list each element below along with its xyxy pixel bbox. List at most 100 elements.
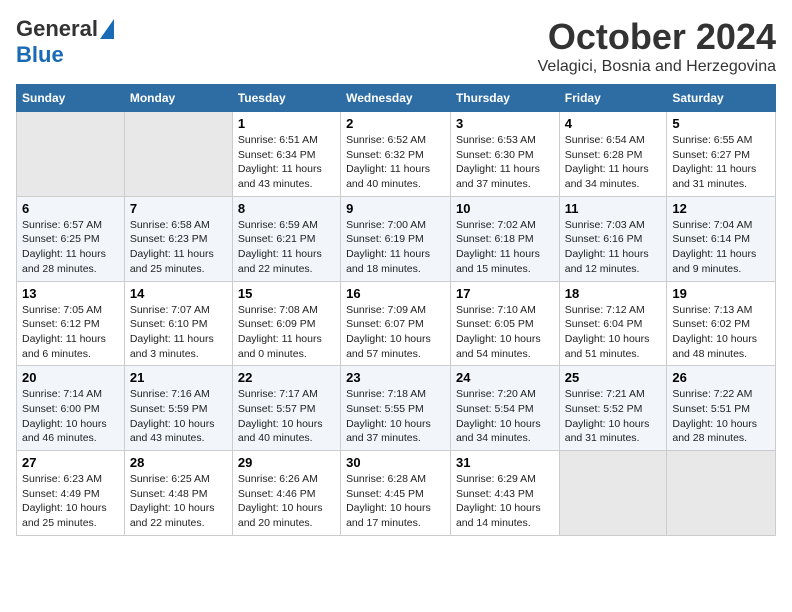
day-number: 21 bbox=[130, 370, 227, 385]
day-cell: 20 Sunrise: 7:14 AM Sunset: 6:00 PM Dayli… bbox=[17, 366, 125, 451]
day-number: 3 bbox=[456, 116, 554, 131]
week-row-1: 1 Sunrise: 6:51 AM Sunset: 6:34 PM Daylig… bbox=[17, 112, 776, 197]
title-block: October 2024 Velagici, Bosnia and Herzeg… bbox=[538, 16, 776, 76]
day-info: Sunrise: 6:55 AM Sunset: 6:27 PM Dayligh… bbox=[672, 133, 770, 192]
day-cell: 19 Sunrise: 7:13 AM Sunset: 6:02 PM Dayli… bbox=[667, 281, 776, 366]
day-cell: 17 Sunrise: 7:10 AM Sunset: 6:05 PM Dayli… bbox=[450, 281, 559, 366]
day-info: Sunrise: 6:23 AM Sunset: 4:49 PM Dayligh… bbox=[22, 472, 119, 531]
day-number: 11 bbox=[565, 201, 662, 216]
day-cell bbox=[17, 112, 125, 197]
week-row-2: 6Sunrise: 6:57 AM Sunset: 6:25 PM Daylig… bbox=[17, 196, 776, 281]
day-number: 5 bbox=[672, 116, 770, 131]
day-number: 1 bbox=[238, 116, 335, 131]
day-info: Sunrise: 6:26 AM Sunset: 4:46 PM Dayligh… bbox=[238, 472, 335, 531]
col-wednesday: Wednesday bbox=[341, 85, 451, 112]
col-sunday: Sunday bbox=[17, 85, 125, 112]
logo-blue: Blue bbox=[16, 42, 64, 67]
day-number: 13 bbox=[22, 286, 119, 301]
day-info: Sunrise: 6:52 AM Sunset: 6:32 PM Dayligh… bbox=[346, 133, 445, 192]
day-cell: 18 Sunrise: 7:12 AM Sunset: 6:04 PM Dayli… bbox=[559, 281, 667, 366]
day-info: Sunrise: 6:51 AM Sunset: 6:34 PM Dayligh… bbox=[238, 133, 335, 192]
day-cell bbox=[559, 451, 667, 536]
day-number: 7 bbox=[130, 201, 227, 216]
day-info: Sunrise: 7:16 AM Sunset: 5:59 PM Dayligh… bbox=[130, 387, 227, 446]
col-monday: Monday bbox=[124, 85, 232, 112]
day-info: Sunrise: 7:00 AM Sunset: 6:19 PM Dayligh… bbox=[346, 218, 445, 277]
day-info: Sunrise: 7:07 AM Sunset: 6:10 PM Dayligh… bbox=[130, 303, 227, 362]
day-info: Sunrise: 7:17 AM Sunset: 5:57 PM Dayligh… bbox=[238, 387, 335, 446]
day-info: Sunrise: 6:29 AM Sunset: 4:43 PM Dayligh… bbox=[456, 472, 554, 531]
day-cell: 13Sunrise: 7:05 AM Sunset: 6:12 PM Dayli… bbox=[17, 281, 125, 366]
page-header: General Blue October 2024 Velagici, Bosn… bbox=[16, 16, 776, 76]
day-cell: 31 Sunrise: 6:29 AM Sunset: 4:43 PM Dayli… bbox=[450, 451, 559, 536]
day-cell: 23 Sunrise: 7:18 AM Sunset: 5:55 PM Dayli… bbox=[341, 366, 451, 451]
day-info: Sunrise: 7:04 AM Sunset: 6:14 PM Dayligh… bbox=[672, 218, 770, 277]
day-number: 17 bbox=[456, 286, 554, 301]
day-number: 29 bbox=[238, 455, 335, 470]
day-cell: 22 Sunrise: 7:17 AM Sunset: 5:57 PM Dayli… bbox=[232, 366, 340, 451]
day-number: 16 bbox=[346, 286, 445, 301]
day-cell: 9Sunrise: 7:00 AM Sunset: 6:19 PM Daylig… bbox=[341, 196, 451, 281]
day-info: Sunrise: 7:14 AM Sunset: 6:00 PM Dayligh… bbox=[22, 387, 119, 446]
day-cell: 28Sunrise: 6:25 AM Sunset: 4:48 PM Dayli… bbox=[124, 451, 232, 536]
day-cell: 4 Sunrise: 6:54 AM Sunset: 6:28 PM Daylig… bbox=[559, 112, 667, 197]
day-number: 19 bbox=[672, 286, 770, 301]
day-cell: 27 Sunrise: 6:23 AM Sunset: 4:49 PM Dayli… bbox=[17, 451, 125, 536]
week-row-3: 13Sunrise: 7:05 AM Sunset: 6:12 PM Dayli… bbox=[17, 281, 776, 366]
day-number: 8 bbox=[238, 201, 335, 216]
day-info: Sunrise: 7:13 AM Sunset: 6:02 PM Dayligh… bbox=[672, 303, 770, 362]
day-cell: 2 Sunrise: 6:52 AM Sunset: 6:32 PM Daylig… bbox=[341, 112, 451, 197]
day-number: 23 bbox=[346, 370, 445, 385]
page-title: October 2024 bbox=[538, 16, 776, 58]
day-info: Sunrise: 7:21 AM Sunset: 5:52 PM Dayligh… bbox=[565, 387, 662, 446]
day-cell: 8 Sunrise: 6:59 AM Sunset: 6:21 PM Daylig… bbox=[232, 196, 340, 281]
logo-general: General bbox=[16, 16, 98, 42]
day-info: Sunrise: 7:18 AM Sunset: 5:55 PM Dayligh… bbox=[346, 387, 445, 446]
day-number: 18 bbox=[565, 286, 662, 301]
col-saturday: Saturday bbox=[667, 85, 776, 112]
day-number: 22 bbox=[238, 370, 335, 385]
day-number: 20 bbox=[22, 370, 119, 385]
day-info: Sunrise: 6:28 AM Sunset: 4:45 PM Dayligh… bbox=[346, 472, 445, 531]
day-info: Sunrise: 6:54 AM Sunset: 6:28 PM Dayligh… bbox=[565, 133, 662, 192]
week-row-4: 20 Sunrise: 7:14 AM Sunset: 6:00 PM Dayli… bbox=[17, 366, 776, 451]
day-cell: 6Sunrise: 6:57 AM Sunset: 6:25 PM Daylig… bbox=[17, 196, 125, 281]
page-subtitle: Velagici, Bosnia and Herzegovina bbox=[538, 58, 776, 76]
day-number: 30 bbox=[346, 455, 445, 470]
day-info: Sunrise: 7:02 AM Sunset: 6:18 PM Dayligh… bbox=[456, 218, 554, 277]
calendar-header: Sunday Monday Tuesday Wednesday Thursday… bbox=[17, 85, 776, 112]
day-cell: 30 Sunrise: 6:28 AM Sunset: 4:45 PM Dayli… bbox=[341, 451, 451, 536]
day-number: 31 bbox=[456, 455, 554, 470]
day-cell: 11 Sunrise: 7:03 AM Sunset: 6:16 PM Dayli… bbox=[559, 196, 667, 281]
day-info: Sunrise: 6:58 AM Sunset: 6:23 PM Dayligh… bbox=[130, 218, 227, 277]
day-info: Sunrise: 7:03 AM Sunset: 6:16 PM Dayligh… bbox=[565, 218, 662, 277]
day-number: 26 bbox=[672, 370, 770, 385]
day-info: Sunrise: 7:22 AM Sunset: 5:51 PM Dayligh… bbox=[672, 387, 770, 446]
day-cell bbox=[124, 112, 232, 197]
day-cell: 29 Sunrise: 6:26 AM Sunset: 4:46 PM Dayli… bbox=[232, 451, 340, 536]
day-cell: 21 Sunrise: 7:16 AM Sunset: 5:59 PM Dayli… bbox=[124, 366, 232, 451]
day-info: Sunrise: 7:10 AM Sunset: 6:05 PM Dayligh… bbox=[456, 303, 554, 362]
day-info: Sunrise: 7:08 AM Sunset: 6:09 PM Dayligh… bbox=[238, 303, 335, 362]
day-info: Sunrise: 6:25 AM Sunset: 4:48 PM Dayligh… bbox=[130, 472, 227, 531]
day-cell: 26 Sunrise: 7:22 AM Sunset: 5:51 PM Dayli… bbox=[667, 366, 776, 451]
day-cell: 25Sunrise: 7:21 AM Sunset: 5:52 PM Dayli… bbox=[559, 366, 667, 451]
day-info: Sunrise: 7:12 AM Sunset: 6:04 PM Dayligh… bbox=[565, 303, 662, 362]
day-number: 15 bbox=[238, 286, 335, 301]
day-number: 4 bbox=[565, 116, 662, 131]
day-cell: 7 Sunrise: 6:58 AM Sunset: 6:23 PM Daylig… bbox=[124, 196, 232, 281]
day-cell: 15 Sunrise: 7:08 AM Sunset: 6:09 PM Dayli… bbox=[232, 281, 340, 366]
week-row-5: 27 Sunrise: 6:23 AM Sunset: 4:49 PM Dayli… bbox=[17, 451, 776, 536]
day-cell bbox=[667, 451, 776, 536]
day-cell: 24Sunrise: 7:20 AM Sunset: 5:54 PM Dayli… bbox=[450, 366, 559, 451]
col-thursday: Thursday bbox=[450, 85, 559, 112]
day-cell: 12 Sunrise: 7:04 AM Sunset: 6:14 PM Dayli… bbox=[667, 196, 776, 281]
day-number: 2 bbox=[346, 116, 445, 131]
logo-triangle-icon bbox=[100, 19, 114, 44]
day-info: Sunrise: 6:59 AM Sunset: 6:21 PM Dayligh… bbox=[238, 218, 335, 277]
header-row: Sunday Monday Tuesday Wednesday Thursday… bbox=[17, 85, 776, 112]
day-info: Sunrise: 7:20 AM Sunset: 5:54 PM Dayligh… bbox=[456, 387, 554, 446]
day-number: 12 bbox=[672, 201, 770, 216]
col-tuesday: Tuesday bbox=[232, 85, 340, 112]
day-number: 27 bbox=[22, 455, 119, 470]
